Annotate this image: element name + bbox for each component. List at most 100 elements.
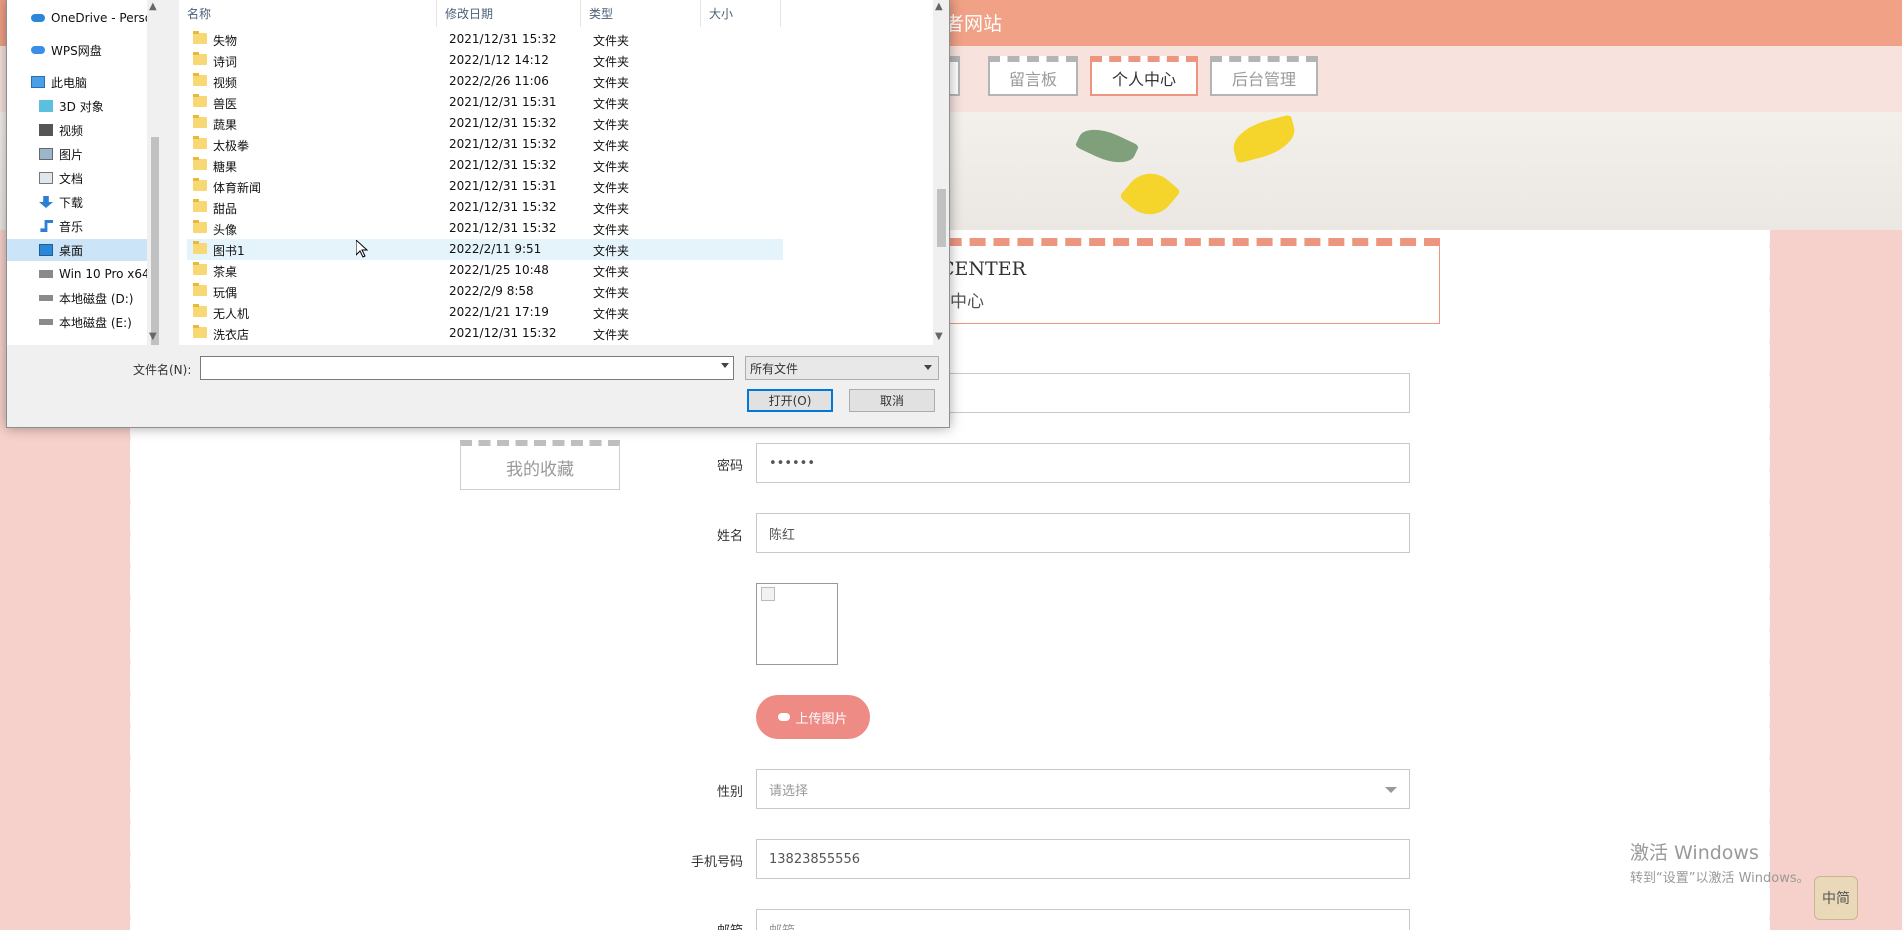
scallop-edge-right	[1760, 230, 1780, 930]
file-type: 文件夹	[593, 55, 630, 69]
file-row[interactable]: 体育新闻 2021/12/31 15:31 文件夹	[187, 176, 783, 197]
upload-image-button[interactable]: 上传图片	[756, 695, 870, 739]
chevron-down-icon[interactable]	[721, 363, 729, 368]
nav-item-drive-e[interactable]: 本地磁盘 (E:)	[7, 311, 147, 333]
nav-item-documents[interactable]: 文档	[7, 167, 147, 189]
phone-input[interactable]: 13823855556	[756, 839, 1410, 879]
nav-tab-admin[interactable]: 后台管理	[1210, 56, 1318, 96]
file-row[interactable]: 失物 2021/12/31 15:32 文件夹	[187, 29, 783, 50]
file-list: 名称 修改日期 类型 大小 失物 2021/12/31 15:32 文件夹 诗词 202…	[179, 0, 949, 345]
column-header-date[interactable]: 修改日期	[437, 0, 581, 27]
file-date: 2022/1/21 17:19	[449, 305, 549, 319]
column-header-type[interactable]: 类型	[581, 0, 701, 27]
folder-icon	[193, 73, 207, 86]
file-type: 文件夹	[593, 76, 630, 90]
ime-indicator[interactable]: 中简	[1814, 876, 1858, 920]
open-button[interactable]: 打开(O)	[747, 389, 833, 412]
file-row[interactable]: 诗词 2022/1/12 14:12 文件夹	[187, 50, 783, 71]
nav-item-videos[interactable]: 视频	[7, 119, 147, 141]
email-input[interactable]: 邮箱	[756, 909, 1410, 930]
gender-select-value: 请选择	[769, 783, 809, 799]
file-type: 文件夹	[593, 286, 630, 300]
folder-icon	[193, 31, 207, 44]
file-row[interactable]: 头像 2021/12/31 15:32 文件夹	[187, 218, 783, 239]
file-type: 文件夹	[593, 118, 630, 132]
file-name: 洗衣店	[213, 328, 250, 342]
filename-input[interactable]	[200, 356, 734, 380]
folder-icon	[193, 325, 207, 338]
leaf-decoration	[1074, 121, 1140, 171]
nav-item-pictures[interactable]: 图片	[7, 143, 147, 165]
file-type: 文件夹	[593, 244, 630, 258]
column-header-name[interactable]: 名称	[179, 0, 437, 27]
nav-item-music[interactable]: 音乐	[7, 215, 147, 237]
folder-icon	[193, 178, 207, 191]
cloud-upload-icon	[778, 713, 791, 721]
cancel-button[interactable]: 取消	[849, 389, 935, 412]
file-row[interactable]: 茶桌 2022/1/25 10:48 文件夹	[187, 260, 783, 281]
scroll-down-arrow-icon[interactable]: ▼	[935, 331, 943, 342]
password-input[interactable]: ••••••	[756, 443, 1410, 483]
cloud-icon	[31, 14, 45, 22]
desktop-icon	[39, 244, 53, 256]
document-icon	[39, 172, 53, 184]
nav-item-downloads[interactable]: 下载	[7, 191, 147, 213]
picture-icon	[39, 148, 53, 160]
file-type: 文件夹	[593, 202, 630, 216]
scroll-up-arrow-icon[interactable]: ▲	[149, 1, 157, 12]
drive-icon	[39, 270, 53, 278]
broken-image-icon	[761, 587, 775, 601]
file-row[interactable]: 玩偶 2022/2/9 8:58 文件夹	[187, 281, 783, 302]
gender-label: 性别	[716, 785, 743, 800]
scroll-down-arrow-icon[interactable]: ▼	[149, 331, 157, 342]
file-open-dialog: OneDrive - Perso WPS网盘 此电脑 3D 对象 视频 图片 文…	[6, 0, 950, 428]
file-row[interactable]: 视频 2022/2/26 11:06 文件夹	[187, 71, 783, 92]
mouse-cursor-icon	[356, 240, 368, 258]
site-title: 者网站	[945, 13, 1003, 35]
file-type: 文件夹	[593, 328, 630, 342]
nav-tab-message-board[interactable]: 留言板	[988, 56, 1078, 96]
file-date: 2021/12/31 15:32	[449, 137, 557, 151]
file-type: 文件夹	[593, 34, 630, 48]
file-date: 2021/12/31 15:32	[449, 158, 557, 172]
section-title-cn: 中心	[950, 292, 984, 312]
section-title-en: CENTER	[940, 258, 1026, 280]
file-row[interactable]: 兽医 2021/12/31 15:31 文件夹	[187, 92, 783, 113]
file-name: 图书1	[213, 244, 245, 258]
file-name: 太极拳	[213, 139, 250, 153]
nav-item-drive-d[interactable]: 本地磁盘 (D:)	[7, 287, 147, 309]
name-label: 姓名	[716, 529, 743, 544]
scroll-thumb[interactable]	[151, 137, 159, 345]
nav-item-desktop[interactable]: 桌面	[7, 239, 147, 261]
folder-icon	[193, 199, 207, 212]
file-date: 2021/12/31 15:32	[449, 200, 557, 214]
computer-icon	[31, 76, 45, 88]
nav-item-3d-objects[interactable]: 3D 对象	[7, 95, 147, 117]
scroll-up-arrow-icon[interactable]: ▲	[935, 1, 943, 12]
file-date: 2021/12/31 15:32	[449, 326, 557, 340]
file-row[interactable]: 糖果 2021/12/31 15:32 文件夹	[187, 155, 783, 176]
petal-decoration	[1119, 163, 1181, 225]
name-input[interactable]: 陈红	[756, 513, 1410, 553]
nav-item-wps[interactable]: WPS网盘	[7, 39, 147, 61]
nav-item-drive-c[interactable]: Win 10 Pro x64	[7, 263, 147, 285]
file-row[interactable]: 无人机 2022/1/21 17:19 文件夹	[187, 302, 783, 323]
nav-tab-personal-center[interactable]: 个人中心	[1090, 56, 1198, 96]
file-name: 玩偶	[213, 286, 238, 300]
file-row[interactable]: 图书1 2022/2/11 9:51 文件夹	[187, 239, 783, 260]
file-row[interactable]: 太极拳 2021/12/31 15:32 文件夹	[187, 134, 783, 155]
file-list-scrollbar[interactable]: ▲ ▼	[933, 0, 949, 345]
file-name: 蔬果	[213, 118, 238, 132]
file-row[interactable]: 洗衣店 2021/12/31 15:32 文件夹	[187, 323, 783, 344]
navigation-scrollbar[interactable]: ▲ ▼	[147, 0, 163, 345]
side-menu-favorites[interactable]: 我的收藏	[460, 440, 620, 490]
file-type-filter[interactable]: 所有文件	[745, 356, 939, 380]
nav-item-this-pc[interactable]: 此电脑	[7, 71, 147, 93]
file-name: 视频	[213, 76, 238, 90]
file-row[interactable]: 甜品 2021/12/31 15:32 文件夹	[187, 197, 783, 218]
column-header-size[interactable]: 大小	[701, 0, 781, 27]
nav-item-onedrive[interactable]: OneDrive - Perso	[7, 7, 147, 29]
file-row[interactable]: 蔬果 2021/12/31 15:32 文件夹	[187, 113, 783, 134]
scroll-thumb[interactable]	[937, 189, 946, 247]
gender-select[interactable]: 请选择	[756, 769, 1410, 809]
